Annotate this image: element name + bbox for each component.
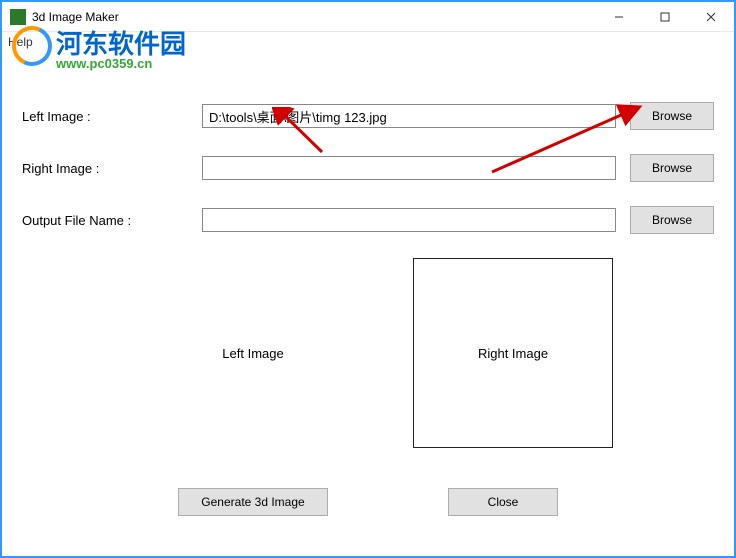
right-image-label: Right Image : [22, 161, 202, 176]
maximize-icon [660, 12, 670, 22]
form-area: Left Image : Browse Right Image : Browse… [2, 52, 734, 516]
preview-area: Left Image Right Image [22, 258, 714, 448]
menu-help[interactable]: Help [8, 35, 33, 49]
left-image-label: Left Image : [22, 109, 202, 124]
maximize-button[interactable] [642, 2, 688, 31]
output-input[interactable] [202, 208, 616, 232]
right-preview-label: Right Image [478, 346, 548, 361]
window-controls [596, 2, 734, 31]
minimize-icon [614, 12, 624, 22]
close-window-button[interactable] [688, 2, 734, 31]
left-image-preview: Left Image [153, 258, 353, 448]
window-title: 3d Image Maker [32, 10, 596, 24]
minimize-button[interactable] [596, 2, 642, 31]
right-image-preview: Right Image [413, 258, 613, 448]
output-label: Output File Name : [22, 213, 202, 228]
app-icon [10, 9, 26, 25]
menubar: Help [2, 32, 734, 52]
left-image-browse-button[interactable]: Browse [630, 102, 714, 130]
output-row: Output File Name : Browse [22, 206, 714, 234]
right-image-input[interactable] [202, 156, 616, 180]
left-image-input[interactable] [202, 104, 616, 128]
generate-button[interactable]: Generate 3d Image [178, 488, 328, 516]
close-icon [706, 12, 716, 22]
right-image-row: Right Image : Browse [22, 154, 714, 182]
close-button[interactable]: Close [448, 488, 558, 516]
left-image-row: Left Image : Browse [22, 102, 714, 130]
titlebar: 3d Image Maker [2, 2, 734, 32]
right-image-browse-button[interactable]: Browse [630, 154, 714, 182]
left-preview-label: Left Image [222, 346, 283, 361]
output-browse-button[interactable]: Browse [630, 206, 714, 234]
action-buttons: Generate 3d Image Close [22, 488, 714, 516]
